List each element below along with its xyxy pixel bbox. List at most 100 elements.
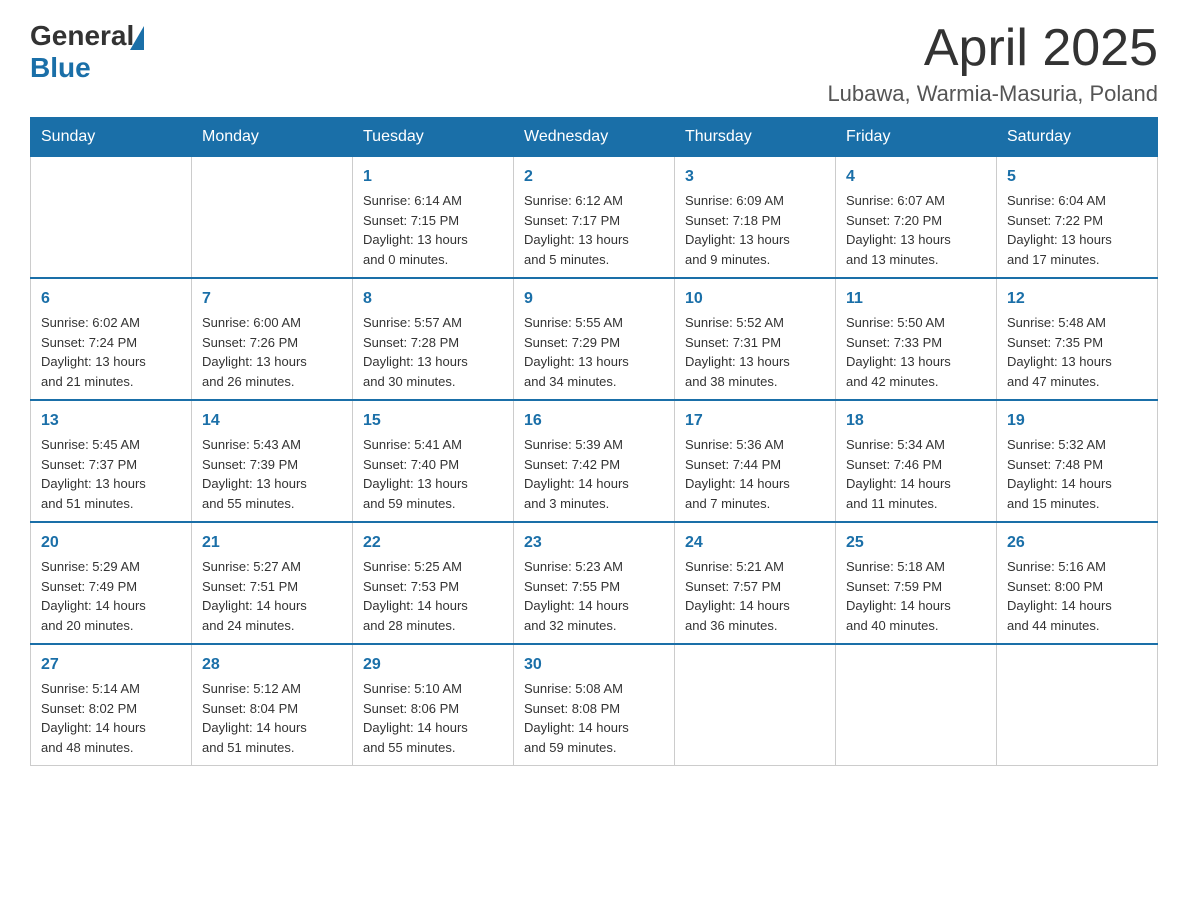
day-number: 9: [524, 287, 664, 311]
day-info: Sunrise: 6:04 AM Sunset: 7:22 PM Dayligh…: [1007, 191, 1147, 269]
calendar-cell: 24Sunrise: 5:21 AM Sunset: 7:57 PM Dayli…: [675, 522, 836, 644]
day-info: Sunrise: 6:07 AM Sunset: 7:20 PM Dayligh…: [846, 191, 986, 269]
calendar-cell: 4Sunrise: 6:07 AM Sunset: 7:20 PM Daylig…: [836, 157, 997, 279]
calendar-cell: [836, 644, 997, 766]
calendar-cell: 6Sunrise: 6:02 AM Sunset: 7:24 PM Daylig…: [31, 278, 192, 400]
day-number: 12: [1007, 287, 1147, 311]
day-number: 2: [524, 165, 664, 189]
day-info: Sunrise: 5:57 AM Sunset: 7:28 PM Dayligh…: [363, 313, 503, 391]
calendar-cell: 30Sunrise: 5:08 AM Sunset: 8:08 PM Dayli…: [514, 644, 675, 766]
day-of-week-header: Thursday: [675, 118, 836, 157]
day-number: 8: [363, 287, 503, 311]
title-area: April 2025 Lubawa, Warmia-Masuria, Polan…: [827, 20, 1158, 107]
day-info: Sunrise: 5:50 AM Sunset: 7:33 PM Dayligh…: [846, 313, 986, 391]
day-number: 25: [846, 531, 986, 555]
day-number: 10: [685, 287, 825, 311]
calendar-cell: 3Sunrise: 6:09 AM Sunset: 7:18 PM Daylig…: [675, 157, 836, 279]
day-number: 20: [41, 531, 181, 555]
day-info: Sunrise: 5:43 AM Sunset: 7:39 PM Dayligh…: [202, 435, 342, 513]
day-number: 1: [363, 165, 503, 189]
calendar-cell: 9Sunrise: 5:55 AM Sunset: 7:29 PM Daylig…: [514, 278, 675, 400]
day-number: 17: [685, 409, 825, 433]
calendar-week-row: 20Sunrise: 5:29 AM Sunset: 7:49 PM Dayli…: [31, 522, 1158, 644]
day-info: Sunrise: 6:09 AM Sunset: 7:18 PM Dayligh…: [685, 191, 825, 269]
day-of-week-header: Friday: [836, 118, 997, 157]
calendar-cell: 14Sunrise: 5:43 AM Sunset: 7:39 PM Dayli…: [192, 400, 353, 522]
day-number: 6: [41, 287, 181, 311]
calendar-cell: 22Sunrise: 5:25 AM Sunset: 7:53 PM Dayli…: [353, 522, 514, 644]
day-info: Sunrise: 5:36 AM Sunset: 7:44 PM Dayligh…: [685, 435, 825, 513]
day-info: Sunrise: 5:18 AM Sunset: 7:59 PM Dayligh…: [846, 557, 986, 635]
calendar-cell: 18Sunrise: 5:34 AM Sunset: 7:46 PM Dayli…: [836, 400, 997, 522]
calendar-cell: [192, 157, 353, 279]
day-number: 22: [363, 531, 503, 555]
day-info: Sunrise: 5:08 AM Sunset: 8:08 PM Dayligh…: [524, 679, 664, 757]
day-info: Sunrise: 5:23 AM Sunset: 7:55 PM Dayligh…: [524, 557, 664, 635]
calendar-cell: 29Sunrise: 5:10 AM Sunset: 8:06 PM Dayli…: [353, 644, 514, 766]
day-number: 18: [846, 409, 986, 433]
days-of-week-row: SundayMondayTuesdayWednesdayThursdayFrid…: [31, 118, 1158, 157]
day-number: 27: [41, 653, 181, 677]
day-info: Sunrise: 5:14 AM Sunset: 8:02 PM Dayligh…: [41, 679, 181, 757]
calendar-cell: 21Sunrise: 5:27 AM Sunset: 7:51 PM Dayli…: [192, 522, 353, 644]
day-number: 19: [1007, 409, 1147, 433]
day-info: Sunrise: 6:12 AM Sunset: 7:17 PM Dayligh…: [524, 191, 664, 269]
calendar-cell: 27Sunrise: 5:14 AM Sunset: 8:02 PM Dayli…: [31, 644, 192, 766]
calendar-cell: 5Sunrise: 6:04 AM Sunset: 7:22 PM Daylig…: [997, 157, 1158, 279]
day-number: 24: [685, 531, 825, 555]
subtitle: Lubawa, Warmia-Masuria, Poland: [827, 81, 1158, 107]
calendar-cell: [675, 644, 836, 766]
day-of-week-header: Monday: [192, 118, 353, 157]
calendar-cell: 28Sunrise: 5:12 AM Sunset: 8:04 PM Dayli…: [192, 644, 353, 766]
day-number: 3: [685, 165, 825, 189]
day-info: Sunrise: 5:45 AM Sunset: 7:37 PM Dayligh…: [41, 435, 181, 513]
calendar-cell: 20Sunrise: 5:29 AM Sunset: 7:49 PM Dayli…: [31, 522, 192, 644]
calendar-cell: 17Sunrise: 5:36 AM Sunset: 7:44 PM Dayli…: [675, 400, 836, 522]
day-info: Sunrise: 5:41 AM Sunset: 7:40 PM Dayligh…: [363, 435, 503, 513]
day-number: 13: [41, 409, 181, 433]
day-number: 30: [524, 653, 664, 677]
day-number: 14: [202, 409, 342, 433]
day-info: Sunrise: 5:25 AM Sunset: 7:53 PM Dayligh…: [363, 557, 503, 635]
day-number: 7: [202, 287, 342, 311]
calendar-cell: 7Sunrise: 6:00 AM Sunset: 7:26 PM Daylig…: [192, 278, 353, 400]
calendar-cell: 1Sunrise: 6:14 AM Sunset: 7:15 PM Daylig…: [353, 157, 514, 279]
day-info: Sunrise: 5:55 AM Sunset: 7:29 PM Dayligh…: [524, 313, 664, 391]
calendar-table: SundayMondayTuesdayWednesdayThursdayFrid…: [30, 117, 1158, 766]
day-number: 11: [846, 287, 986, 311]
day-number: 15: [363, 409, 503, 433]
calendar-cell: 11Sunrise: 5:50 AM Sunset: 7:33 PM Dayli…: [836, 278, 997, 400]
header: General Blue April 2025 Lubawa, Warmia-M…: [30, 20, 1158, 107]
day-of-week-header: Wednesday: [514, 118, 675, 157]
calendar-cell: 26Sunrise: 5:16 AM Sunset: 8:00 PM Dayli…: [997, 522, 1158, 644]
calendar-cell: 12Sunrise: 5:48 AM Sunset: 7:35 PM Dayli…: [997, 278, 1158, 400]
day-of-week-header: Tuesday: [353, 118, 514, 157]
day-info: Sunrise: 5:16 AM Sunset: 8:00 PM Dayligh…: [1007, 557, 1147, 635]
day-number: 4: [846, 165, 986, 189]
day-info: Sunrise: 5:27 AM Sunset: 7:51 PM Dayligh…: [202, 557, 342, 635]
calendar-week-row: 1Sunrise: 6:14 AM Sunset: 7:15 PM Daylig…: [31, 157, 1158, 279]
page-title: April 2025: [827, 20, 1158, 77]
logo-blue-text: Blue: [30, 52, 91, 84]
day-number: 26: [1007, 531, 1147, 555]
day-info: Sunrise: 5:39 AM Sunset: 7:42 PM Dayligh…: [524, 435, 664, 513]
day-number: 23: [524, 531, 664, 555]
day-info: Sunrise: 5:48 AM Sunset: 7:35 PM Dayligh…: [1007, 313, 1147, 391]
day-info: Sunrise: 5:21 AM Sunset: 7:57 PM Dayligh…: [685, 557, 825, 635]
day-info: Sunrise: 5:52 AM Sunset: 7:31 PM Dayligh…: [685, 313, 825, 391]
logo: General Blue: [30, 20, 144, 84]
calendar-week-row: 6Sunrise: 6:02 AM Sunset: 7:24 PM Daylig…: [31, 278, 1158, 400]
calendar-body: 1Sunrise: 6:14 AM Sunset: 7:15 PM Daylig…: [31, 157, 1158, 766]
day-info: Sunrise: 6:00 AM Sunset: 7:26 PM Dayligh…: [202, 313, 342, 391]
day-info: Sunrise: 5:32 AM Sunset: 7:48 PM Dayligh…: [1007, 435, 1147, 513]
calendar-cell: [31, 157, 192, 279]
day-info: Sunrise: 6:02 AM Sunset: 7:24 PM Dayligh…: [41, 313, 181, 391]
day-info: Sunrise: 6:14 AM Sunset: 7:15 PM Dayligh…: [363, 191, 503, 269]
day-number: 16: [524, 409, 664, 433]
day-of-week-header: Saturday: [997, 118, 1158, 157]
calendar-cell: 16Sunrise: 5:39 AM Sunset: 7:42 PM Dayli…: [514, 400, 675, 522]
calendar-cell: [997, 644, 1158, 766]
day-number: 28: [202, 653, 342, 677]
calendar-cell: 23Sunrise: 5:23 AM Sunset: 7:55 PM Dayli…: [514, 522, 675, 644]
day-number: 5: [1007, 165, 1147, 189]
